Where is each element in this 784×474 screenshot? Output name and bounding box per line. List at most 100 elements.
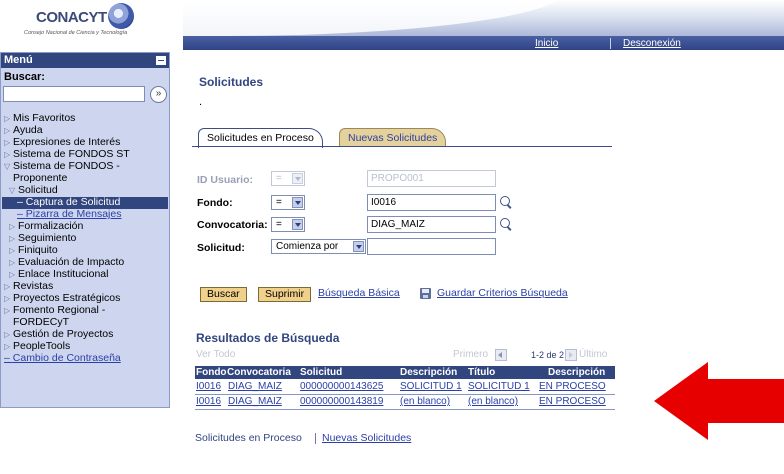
triangle-right-icon: ▷ (4, 138, 11, 147)
page-dot: . (199, 96, 203, 108)
sidebar-item-solicitud[interactable]: ▽ Solicitud (9, 185, 58, 196)
sidebar-item-fomento[interactable]: ▷ Fomento Regional - (4, 305, 105, 316)
sidebar-item-proponente-cont[interactable]: Proponente (13, 173, 67, 184)
triangle-right-icon: ▷ (9, 246, 16, 255)
triangle-right-icon: ▷ (9, 222, 16, 231)
col-titulo[interactable]: Título (468, 366, 495, 379)
menu-search-input[interactable] (3, 86, 145, 102)
buscar-button[interactable]: Buscar (200, 287, 247, 302)
ultimo-link: Último (579, 349, 608, 360)
sidebar-item-evaluacion[interactable]: ▷ Evaluación de Impacto (9, 257, 124, 268)
chevron-down-icon[interactable] (353, 241, 364, 252)
table-cell[interactable]: EN PROCESO (539, 396, 606, 408)
convocatoria-label: Convocatoria: (197, 219, 268, 231)
search-go-icon[interactable]: » (150, 86, 167, 103)
table-cell[interactable]: 000000000143625 (300, 381, 383, 393)
sidebar-item-mis-favoritos[interactable]: ▷ Mis Favoritos (4, 113, 75, 124)
ver-todo-link: Ver Todo (196, 349, 236, 360)
chevron-down-icon[interactable] (292, 197, 303, 208)
table-cell[interactable]: I0016 (196, 396, 221, 408)
table-cell[interactable]: DIAG_MAIZ (228, 396, 282, 408)
triangle-down-icon: ▽ (4, 162, 11, 171)
table-cell[interactable]: SOLICITUD 1 (468, 381, 530, 393)
table-cell[interactable]: SOLICITUD 1 (400, 381, 462, 393)
tab-nuevas-solicitudes[interactable]: Nuevas Solicitudes (339, 128, 447, 147)
fondo-operator[interactable]: = (271, 195, 305, 210)
triangle-right-icon: ▷ (4, 282, 11, 291)
red-arrow-icon (654, 362, 784, 440)
col-descripcion[interactable]: Descripción (400, 366, 457, 379)
inicio-link[interactable]: Inicio (535, 38, 558, 49)
desconexion-link[interactable]: Desconexión (623, 38, 681, 49)
save-disk-icon[interactable] (420, 288, 431, 299)
triangle-right-icon: ▷ (9, 234, 16, 243)
table-cell[interactable]: EN PROCESO (539, 381, 606, 393)
menu-title: Menú (4, 54, 33, 66)
menu-header: Menú (1, 53, 169, 68)
col-fondo[interactable]: Fondo (196, 366, 227, 379)
guardar-criterios-link[interactable]: Guardar Criterios Búsqueda (437, 287, 568, 299)
sidebar-item-ayuda[interactable]: ▷ Ayuda (4, 125, 43, 136)
lookup-search-icon[interactable] (500, 218, 510, 228)
sidebar-item-fondos-proponente[interactable]: ▽ Sistema de FONDOS - (4, 161, 120, 172)
sidebar-item-formalizacion[interactable]: ▷ Formalización (9, 221, 83, 232)
table-cell[interactable]: (en blanco) (468, 396, 518, 408)
bottom-link-nuevas-solicitudes[interactable]: Nuevas Solicitudes (322, 432, 411, 444)
chevron-down-icon[interactable] (292, 219, 303, 230)
fondo-input[interactable]: I0016 (367, 194, 496, 211)
id-usuario-label: ID Usuario: (197, 174, 254, 186)
id-usuario-operator: = (271, 171, 305, 186)
convocatoria-operator[interactable]: = (271, 217, 305, 232)
sidebar-item-peopletools[interactable]: ▷ PeopleTools (4, 341, 70, 352)
suprimir-button[interactable]: Suprimir (258, 287, 312, 302)
sidebar-menu: Menú Buscar: » ▷ Mis Favoritos ▷ Ayuda ▷ Ex… (0, 52, 170, 408)
table-cell[interactable]: DIAG_MAIZ (228, 381, 282, 393)
solicitud-label: Solicitud: (197, 242, 245, 254)
page-count: 1-2 de 2 (531, 350, 565, 360)
sidebar-item-seguimiento[interactable]: ▷ Seguimiento (9, 233, 76, 244)
triangle-down-icon: ▽ (9, 186, 16, 195)
col-descripcion-2[interactable]: Descripción (548, 366, 605, 379)
convocatoria-input[interactable]: DIAG_MAIZ (367, 216, 496, 233)
chevron-down-icon (292, 173, 303, 184)
results-title: Resultados de Búsqueda (196, 331, 340, 345)
sidebar-item-expresiones[interactable]: ▷ Expresiones de Interés (4, 137, 120, 148)
tab-solicitudes-en-proceso[interactable]: Solicitudes en Proceso (198, 128, 323, 148)
sidebar-item-finiquito[interactable]: ▷ Finiquito (9, 245, 58, 256)
bottom-link-solicitudes-en-proceso[interactable]: Solicitudes en Proceso (195, 432, 302, 444)
solicitud-operator[interactable]: Comienza por (271, 239, 366, 254)
col-solicitud[interactable]: Solicitud (300, 366, 342, 379)
lookup-search-icon[interactable] (500, 196, 510, 206)
table-cell[interactable]: I0016 (196, 381, 221, 393)
sidebar-item-captura[interactable]: – Captura de Solicitud (17, 197, 120, 208)
tab-underline (192, 146, 612, 147)
triangle-right-icon: ▷ (4, 126, 11, 135)
busqueda-basica-link[interactable]: Búsqueda Básica (318, 287, 400, 299)
sidebar-item-pizarra[interactable]: – Pizarra de Mensajes (17, 209, 121, 220)
triangle-right-icon: ▷ (4, 342, 11, 351)
sidebar-item-revistas[interactable]: ▷ Revistas (4, 281, 53, 292)
brand-subtitle: Consejo Nacional de Ciencia y Tecnología (24, 30, 128, 36)
triangle-right-icon: ▷ (9, 270, 16, 279)
header-bar: Inicio Desconexión (163, 0, 784, 50)
brand-name: CONACYT (36, 9, 107, 26)
globe-icon (108, 3, 134, 29)
sidebar-item-fordecyt[interactable]: FORDECyT (13, 317, 69, 328)
table-cell[interactable]: 000000000143819 (300, 396, 383, 408)
triangle-right-icon: ▷ (4, 114, 11, 123)
next-page-icon (565, 349, 577, 361)
previous-page-icon[interactable] (495, 349, 507, 361)
sidebar-item-proyectos[interactable]: ▷ Proyectos Estratégicos (4, 293, 120, 304)
sidebar-item-fondos-st[interactable]: ▷ Sistema de FONDOS ST (4, 149, 130, 160)
col-convocatoria[interactable]: Convocatoria (227, 366, 291, 379)
table-cell[interactable]: (en blanco) (400, 396, 450, 408)
triangle-right-icon: ▷ (4, 294, 11, 303)
sidebar-item-cambio-contrasena[interactable]: – Cambio de Contraseña (4, 353, 121, 364)
sidebar-item-gestion[interactable]: ▷ Gestión de Proyectos (4, 329, 113, 340)
sidebar-item-enlace[interactable]: ▷ Enlace Institucional (9, 269, 108, 280)
triangle-right-icon: ▷ (9, 258, 16, 267)
minimize-icon[interactable] (156, 56, 166, 65)
triangle-right-icon: ▷ (4, 306, 11, 315)
id-usuario-input: PROPO001 (367, 170, 496, 187)
solicitud-input[interactable] (367, 238, 496, 255)
